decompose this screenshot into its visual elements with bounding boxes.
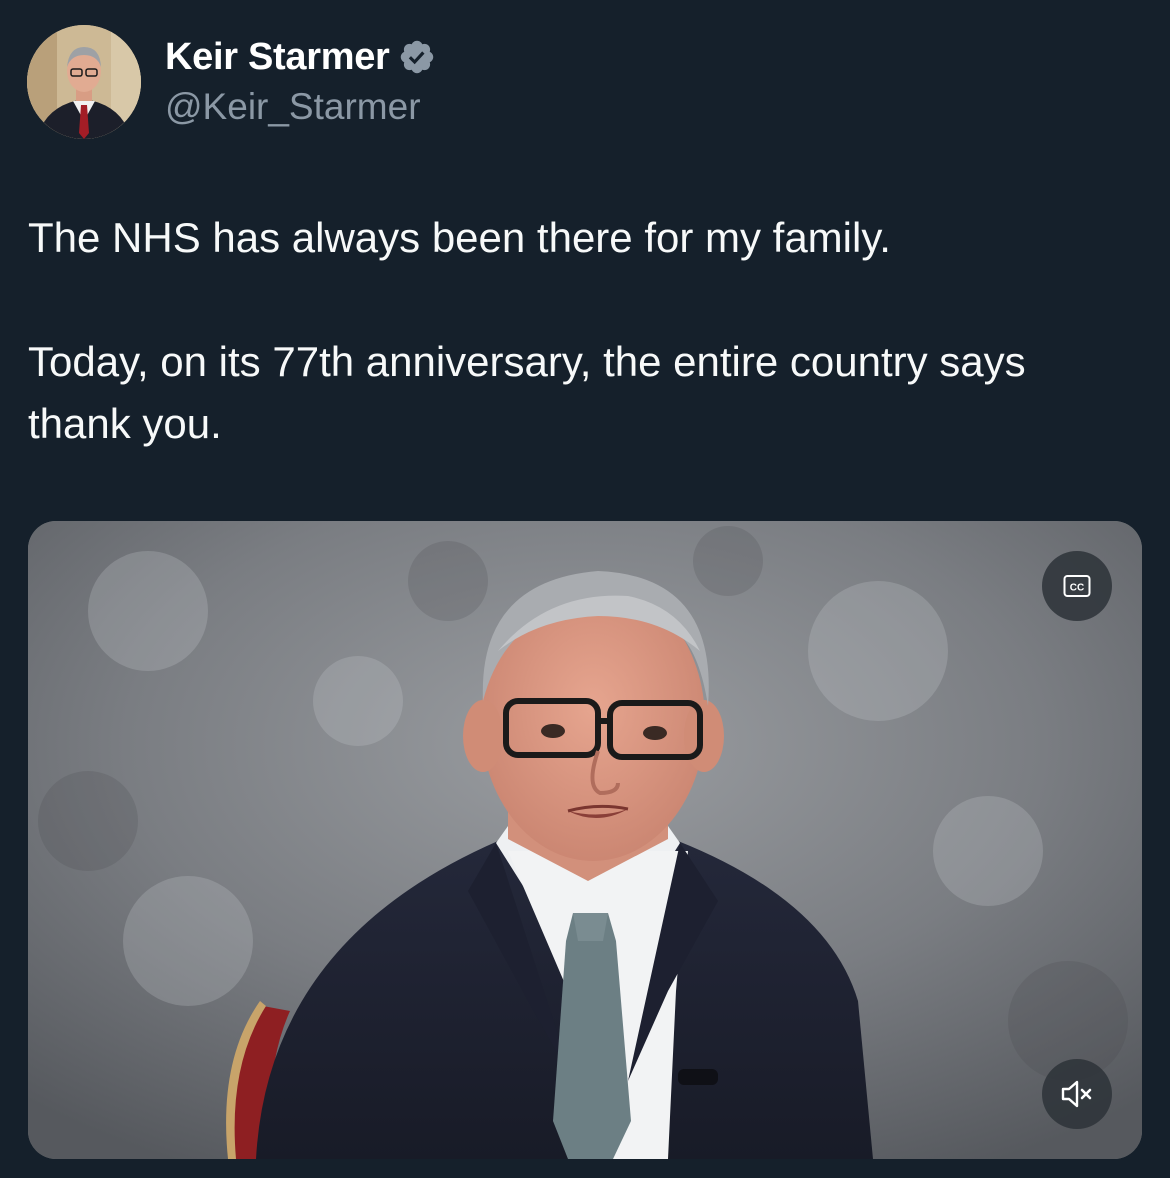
mute-button[interactable] [1042, 1059, 1112, 1129]
author-info: Keir Starmer @Keir_Starmer [165, 34, 436, 128]
video-frame [28, 521, 1142, 1159]
captions-button[interactable]: CC [1042, 551, 1112, 621]
name-row: Keir Starmer [165, 34, 436, 80]
tweet-paragraph-1: The NHS has always been there for my fam… [28, 214, 891, 261]
svg-text:CC: CC [1070, 583, 1084, 594]
display-name[interactable]: Keir Starmer [165, 36, 390, 79]
video-player[interactable]: CC [28, 521, 1142, 1159]
verified-badge-icon[interactable] [398, 38, 436, 76]
tweet-text: The NHS has always been there for my fam… [28, 207, 1138, 455]
handle[interactable]: @Keir_Starmer [165, 86, 436, 128]
tweet-paragraph-2: Today, on its 77th anniversary, the enti… [28, 338, 1026, 447]
avatar[interactable] [27, 25, 141, 139]
speaker-muted-icon [1061, 1080, 1092, 1108]
cc-icon: CC [1063, 575, 1091, 597]
tweet-card: Keir Starmer @Keir_Starmer The NHS has a… [0, 0, 1170, 1178]
